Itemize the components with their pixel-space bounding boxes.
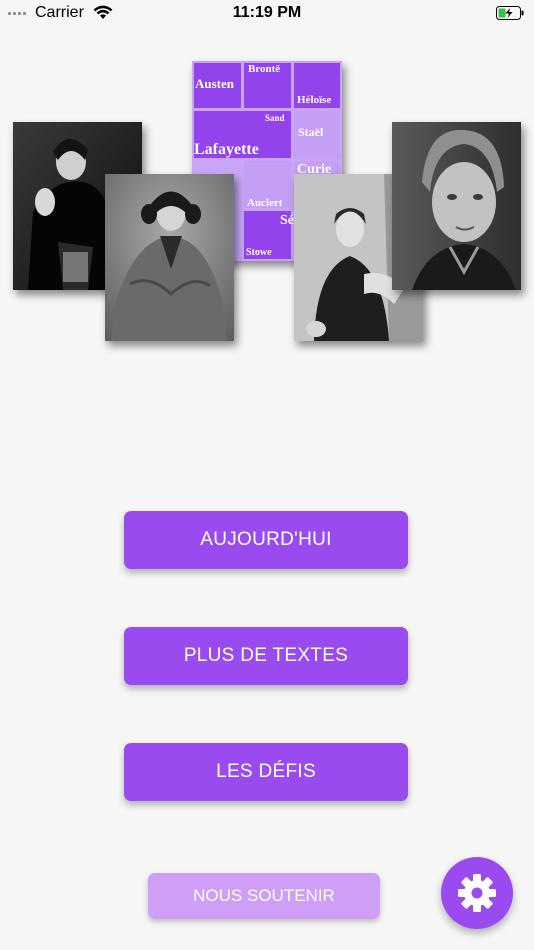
battery-charging-icon xyxy=(496,6,524,20)
word-heloise: Héloïse xyxy=(297,94,332,106)
word-sand: Sand xyxy=(265,113,285,123)
word-austen: Austen xyxy=(195,76,235,91)
word-auclert: Auclert xyxy=(247,197,283,209)
settings-button[interactable] xyxy=(441,857,513,929)
status-bar: Carrier 11:19 PM xyxy=(0,0,534,26)
portrait-photo-center-left xyxy=(105,174,234,341)
more-texts-button[interactable]: PLUS DE TEXTES xyxy=(124,627,408,685)
gear-icon xyxy=(458,874,496,912)
support-button[interactable]: NOUS SOUTENIR xyxy=(148,873,380,919)
challenges-button[interactable]: LES DÉFIS xyxy=(124,743,408,801)
portrait-photo-right xyxy=(392,122,521,290)
word-bronte: Brontë xyxy=(248,63,281,75)
word-stael: Staël xyxy=(298,125,324,139)
word-stowe: Stowe xyxy=(246,247,272,258)
clock: 11:19 PM xyxy=(232,4,302,21)
word-lafayette: Lafayette xyxy=(194,141,259,158)
word-se: Sé xyxy=(280,213,294,228)
today-button[interactable]: AUJOURD'HUI xyxy=(124,511,408,569)
